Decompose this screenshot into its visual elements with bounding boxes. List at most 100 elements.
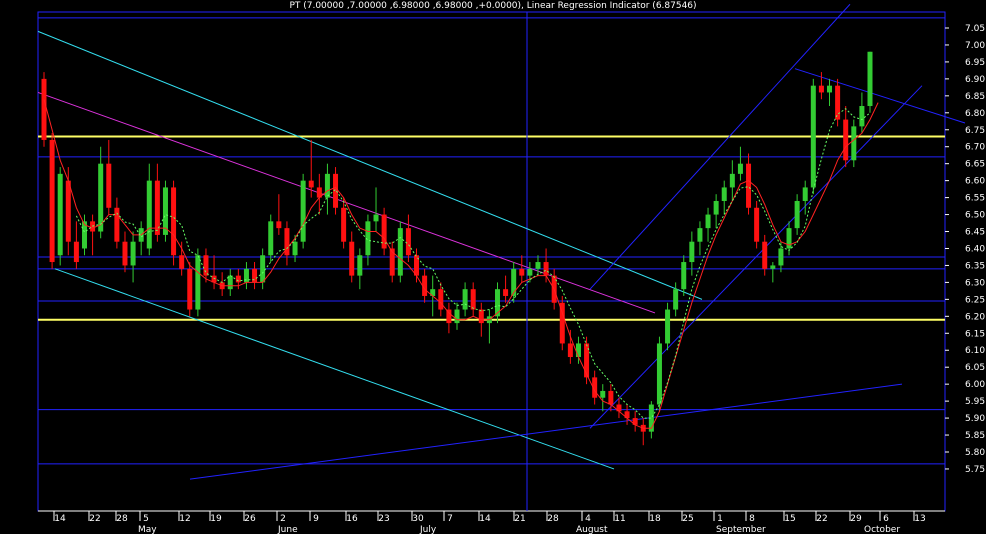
y-tick-label: 6.70 [965, 143, 985, 153]
candle-body [721, 187, 727, 201]
y-tick-label: 6.45 [965, 228, 985, 238]
candle-body [470, 289, 476, 310]
y-tick-label: 7.00 [965, 41, 985, 51]
candle-body [252, 268, 258, 283]
candle-body [462, 289, 468, 310]
x-day-label: 1 [717, 514, 723, 524]
candle-body [697, 228, 703, 242]
candle-body [341, 207, 347, 242]
y-tick-label: 5.90 [965, 414, 985, 424]
x-day-label: 8 [749, 514, 755, 524]
x-day-label: 14 [54, 514, 66, 524]
candle-body [859, 106, 865, 127]
candle-body [268, 221, 274, 256]
candle-body [778, 248, 784, 266]
x-month-label: June [277, 525, 298, 534]
y-tick-label: 5.75 [965, 465, 985, 475]
y-tick-label: 6.30 [965, 278, 985, 288]
candle-body [438, 289, 444, 310]
x-month-label: August [576, 525, 608, 534]
candle-body [656, 343, 662, 405]
candle-body [746, 163, 752, 208]
x-day-label: 5 [143, 514, 149, 524]
candle-body [802, 187, 808, 201]
candle-body [681, 262, 687, 290]
x-day-label: 29 [850, 514, 862, 524]
x-month-label: October [864, 525, 900, 534]
candle-body [187, 268, 193, 310]
y-tick-label: 6.00 [965, 380, 985, 390]
x-day-label: 22 [816, 514, 827, 524]
candle-body [851, 126, 857, 161]
x-day-label: 28 [116, 514, 128, 524]
channel-lower-line [54, 268, 615, 470]
x-month-label: July [419, 525, 437, 534]
x-day-label: 15 [784, 514, 795, 524]
candle-body [527, 268, 533, 276]
candle-body [600, 390, 606, 398]
x-day-label: 16 [346, 514, 358, 524]
y-tick-label: 5.95 [965, 397, 985, 407]
candle-body [146, 180, 152, 249]
candle-body [130, 241, 136, 266]
channel-upper-line [37, 30, 703, 300]
y-tick-label: 6.85 [965, 92, 985, 102]
candle-body [106, 163, 112, 208]
candle-body [729, 173, 735, 188]
y-tick-label: 6.05 [965, 363, 985, 373]
candle-body [494, 289, 500, 317]
long-support-trendline [189, 383, 903, 480]
candle-body [405, 228, 411, 256]
x-day-label: 21 [514, 514, 525, 524]
x-day-label: 4 [585, 514, 591, 524]
candle-body [867, 51, 873, 107]
price-chart: 7.05 7.00 6.95 6.90 6.85 6.80 6.75 6.70 6.65 6.60… [37, 3, 985, 534]
y-tick-label: 6.10 [965, 346, 985, 356]
y-tick-label: 7.05 [965, 24, 985, 34]
candle-body [308, 180, 314, 188]
x-day-label: 28 [547, 514, 559, 524]
candle-body [762, 241, 768, 269]
y-tick-label: 6.40 [965, 244, 985, 254]
candle-body [575, 343, 581, 358]
y-tick-label: 6.80 [965, 109, 985, 119]
x-day-label: 19 [210, 514, 222, 524]
x-day-label: 14 [479, 514, 491, 524]
candle-body [705, 214, 711, 229]
candle-body [567, 343, 573, 358]
candle-body [292, 241, 298, 256]
candle-body [179, 255, 185, 269]
candle-body [260, 255, 266, 283]
y-tick-label: 6.60 [965, 177, 985, 187]
x-day-label: 2 [280, 514, 286, 524]
candle-body [122, 241, 128, 266]
candle-body [478, 309, 484, 324]
candle-body [665, 309, 671, 344]
candle-body [373, 214, 379, 222]
candle-body [349, 241, 355, 276]
candle-body [608, 390, 614, 405]
y-tick-label: 6.90 [965, 75, 985, 85]
candle-body [843, 119, 849, 161]
x-month-label: September [716, 525, 766, 534]
x-day-label: 11 [614, 514, 625, 524]
y-tick-label: 6.65 [965, 160, 985, 170]
x-day-label: 25 [682, 514, 693, 524]
y-tick-label: 6.15 [965, 329, 985, 339]
candle-body [397, 228, 403, 276]
candle-body [827, 85, 833, 93]
candle-body [737, 163, 743, 174]
candle-body [835, 85, 841, 120]
candle-body [276, 221, 282, 229]
y-tick-label: 6.35 [965, 261, 985, 271]
candle-body [195, 255, 201, 310]
y-tick-label: 6.55 [965, 194, 985, 204]
x-day-label: 26 [244, 514, 256, 524]
candle-body [446, 309, 452, 324]
candle-body [357, 255, 363, 276]
candle-body [98, 163, 104, 232]
candle-body [810, 85, 816, 188]
candle-body [713, 200, 719, 215]
candle-body [324, 173, 330, 198]
candle-body [519, 268, 525, 276]
